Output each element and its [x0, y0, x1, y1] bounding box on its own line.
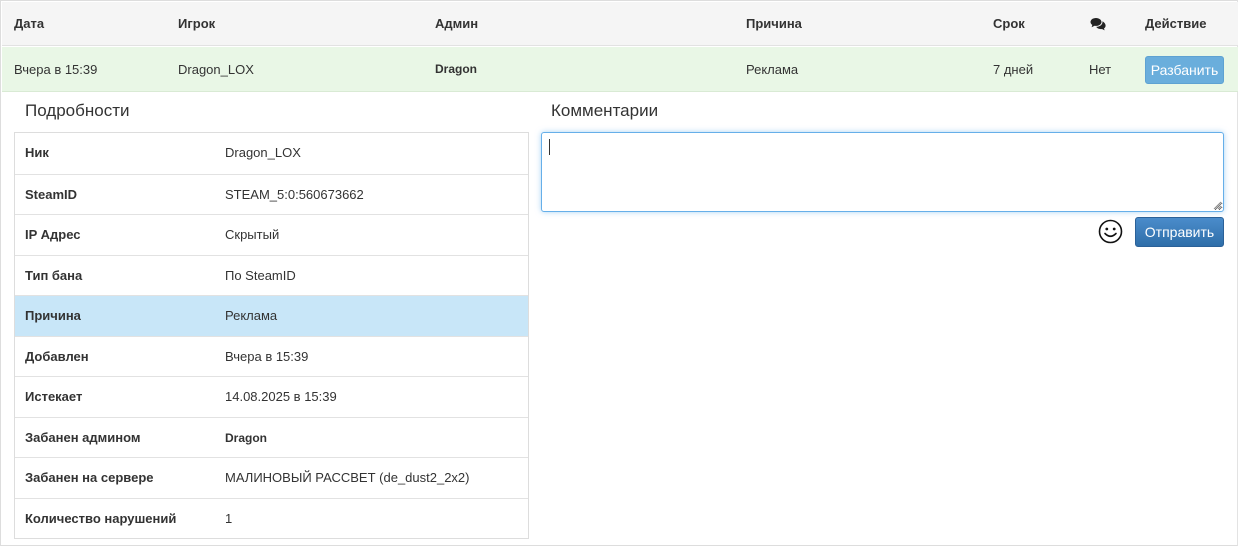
send-button[interactable]: Отправить — [1135, 217, 1224, 247]
details-label: SteamID — [25, 186, 78, 202]
cell-player: Dragon_LOX — [178, 62, 254, 77]
comment-input[interactable] — [541, 132, 1224, 212]
details-label: Тип бана — [25, 267, 83, 283]
cell-date: Вчера в 15:39 — [14, 62, 98, 77]
details-value: 1 — [225, 510, 233, 526]
details-value: Dragon — [225, 430, 267, 445]
header-term[interactable]: Срок — [993, 2, 1025, 46]
details-label: Истекает — [25, 389, 83, 404]
details-value: Dragon_LOX — [225, 145, 301, 160]
details-value: Вчера в 15:39 — [225, 348, 309, 364]
cell-admin: Dragon — [435, 62, 477, 76]
details-value: Реклама — [225, 308, 278, 323]
cell-comments: Нет — [1089, 62, 1112, 77]
details-value: МАЛИНОВЫЙ РАССВЕТ (de_dust2_2x2) — [225, 470, 470, 485]
details-row-nick: Ник Dragon_LOX — [15, 133, 528, 174]
header-action: Действие — [1145, 16, 1207, 31]
details-value: Скрытый — [225, 227, 280, 242]
table-row[interactable]: Вчера в 15:39 Dragon_LOX Dragon Реклама … — [2, 47, 1238, 92]
details-row-violations: Количество нарушений 1 — [15, 497, 528, 538]
smiley-icon[interactable] — [1098, 219, 1123, 244]
header-date[interactable]: Дата — [14, 2, 44, 46]
details-label: Добавлен — [25, 348, 89, 364]
header-reason[interactable]: Причина — [746, 2, 802, 46]
comments-icon — [1090, 18, 1106, 31]
cell-reason: Реклама — [746, 62, 799, 77]
details-row-steamid: SteamID STEAM_5:0:560673662 — [15, 173, 528, 214]
details-label: IP Адрес — [25, 227, 81, 242]
table-header: Дата Игрок Админ Причина Срок Действие — [2, 2, 1238, 46]
unban-button[interactable]: Разбанить — [1145, 56, 1224, 84]
details-value: По SteamID — [225, 267, 296, 283]
text-caret — [549, 139, 550, 155]
details-row-server: Забанен на сервере МАЛИНОВЫЙ РАССВЕТ (de… — [15, 457, 528, 498]
details-label: Забанен админом — [25, 429, 141, 445]
details-label: Ник — [25, 145, 49, 160]
details-title: Подробности — [25, 101, 130, 120]
comments-title: Комментарии — [551, 101, 659, 120]
details-label: Забанен на сервере — [25, 470, 154, 485]
cell-term: 7 дней — [993, 62, 1034, 77]
details-value: STEAM_5:0:560673662 — [225, 186, 364, 202]
details-label: Количество нарушений — [25, 510, 177, 526]
ban-details-panel: Дата Игрок Админ Причина Срок Действие В… — [0, 0, 1238, 546]
resize-grip-icon[interactable] — [1212, 200, 1222, 210]
details-label: Причина — [25, 308, 81, 323]
details-row-banned-by: Забанен админом Dragon — [15, 416, 528, 457]
details-value: 14.08.2025 в 15:39 — [225, 389, 337, 404]
header-admin[interactable]: Админ — [435, 2, 478, 46]
details-table: Ник Dragon_LOX SteamID STEAM_5:0:5606736… — [14, 132, 529, 539]
details-row-ban-type: Тип бана По SteamID — [15, 254, 528, 295]
header-player[interactable]: Игрок — [178, 2, 215, 46]
details-row-reason: Причина Реклама — [15, 295, 528, 336]
details-row-expires: Истекает 14.08.2025 в 15:39 — [15, 376, 528, 417]
details-row-added: Добавлен Вчера в 15:39 — [15, 335, 528, 376]
details-row-ip: IP Адрес Скрытый — [15, 214, 528, 255]
